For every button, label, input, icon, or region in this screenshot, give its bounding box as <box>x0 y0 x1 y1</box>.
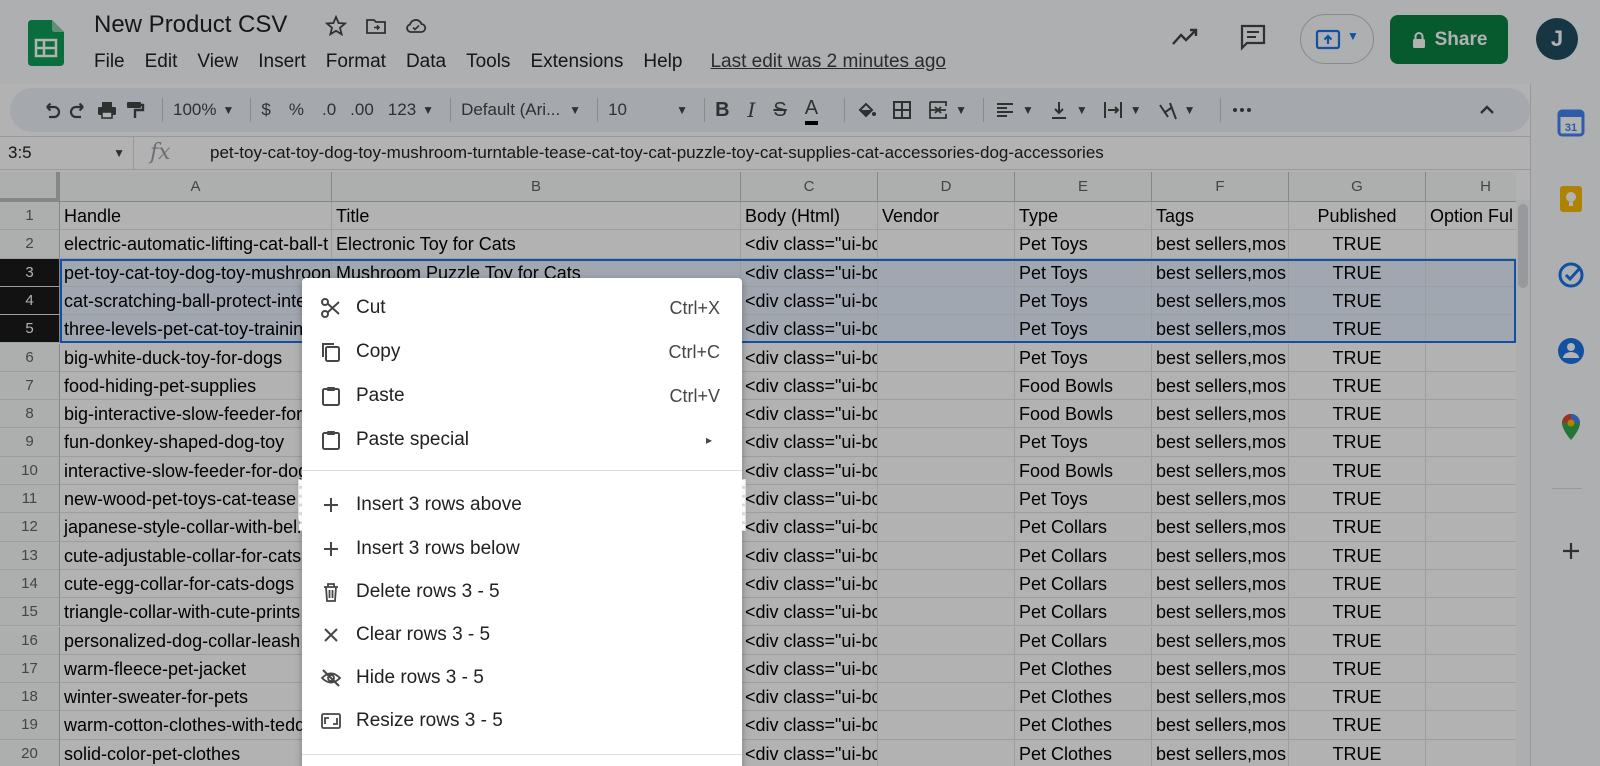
eye-off-icon <box>320 667 342 689</box>
menu-clear-rows[interactable]: Clear rows 3 - 5 <box>302 613 742 657</box>
menu-delete-rows[interactable]: Delete rows 3 - 5 <box>302 570 742 614</box>
dim-overlay <box>0 0 1600 766</box>
resize-icon <box>320 710 342 732</box>
clipboard-icon <box>320 385 342 407</box>
menu-copy[interactable]: Copy Ctrl+C <box>302 330 742 374</box>
menu-paste[interactable]: Paste Ctrl+V <box>302 374 742 418</box>
plus-icon <box>320 494 342 516</box>
clipboard-icon <box>320 429 342 451</box>
menu-hide-rows[interactable]: Hide rows 3 - 5 <box>302 656 742 700</box>
menu-paste-label: Paste <box>356 385 405 406</box>
context-menu: Cut Ctrl+X Copy Ctrl+C Paste Ctrl+V Past… <box>299 278 745 766</box>
menu-insert-rows-below[interactable]: Insert 3 rows below <box>302 527 742 571</box>
menu-delete-rows-label: Delete rows 3 - 5 <box>356 581 500 602</box>
menu-paste-special-label: Paste special <box>356 429 470 450</box>
close-icon <box>320 624 342 646</box>
menu-hide-rows-label: Hide rows 3 - 5 <box>356 667 484 688</box>
copy-icon <box>320 341 342 363</box>
menu-cut-label: Cut <box>356 297 386 318</box>
menu-divider <box>302 754 742 755</box>
trash-icon <box>320 581 342 603</box>
menu-paste-shortcut: Ctrl+V <box>669 385 720 406</box>
menu-insert-rows-above-label: Insert 3 rows above <box>356 494 522 515</box>
menu-copy-shortcut: Ctrl+C <box>668 341 720 362</box>
menu-resize-rows-label: Resize rows 3 - 5 <box>356 710 503 731</box>
menu-clear-rows-label: Clear rows 3 - 5 <box>356 624 491 645</box>
scissors-icon <box>320 297 342 319</box>
menu-copy-label: Copy <box>356 341 401 362</box>
menu-cut[interactable]: Cut Ctrl+X <box>302 286 742 330</box>
plus-icon <box>320 538 342 560</box>
menu-cut-shortcut: Ctrl+X <box>669 297 720 318</box>
menu-insert-rows-below-label: Insert 3 rows below <box>356 538 520 559</box>
submenu-arrow-icon: ▸ <box>705 433 712 447</box>
menu-resize-rows[interactable]: Resize rows 3 - 5 <box>302 699 742 743</box>
menu-divider <box>302 470 742 471</box>
menu-insert-rows-above[interactable]: Insert 3 rows above <box>299 480 745 530</box>
menu-paste-special[interactable]: Paste special ▸ <box>302 418 742 462</box>
